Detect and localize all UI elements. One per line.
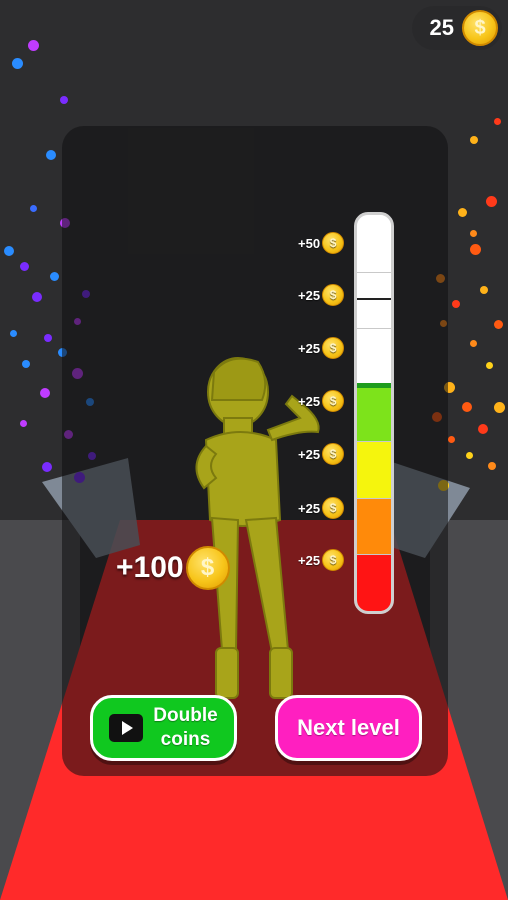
game-scene: +50 $ +25 $ +25 $ +25 $ +25 $ +25 $ +25 $ +100 $ 25 $… xyxy=(0,0,508,900)
double-coins-label: Double coins xyxy=(153,705,218,750)
reward-label: +100 xyxy=(116,551,184,584)
meter-tick: +25 $ xyxy=(298,284,345,306)
meter-tick-label: +25 xyxy=(298,552,321,568)
coin-icon: $ xyxy=(185,546,230,590)
meter-tick-label: +25 xyxy=(298,287,321,303)
meter-divider xyxy=(357,328,391,330)
meter-tick: +25 $ xyxy=(298,443,345,465)
meter-divider xyxy=(357,271,391,273)
meter-tick: +50 $ xyxy=(298,232,345,254)
meter-tick: +25 $ xyxy=(298,497,345,519)
meter-tick-label: +25 xyxy=(298,500,321,516)
coin-icon: $ xyxy=(322,549,345,571)
double-coins-button[interactable]: Double coins xyxy=(90,695,237,761)
meter-segment xyxy=(357,328,391,385)
meter-tick-label: +25 xyxy=(298,393,321,409)
meter-segment xyxy=(357,441,391,498)
meter-marker-line xyxy=(357,297,391,300)
next-level-label: Next level xyxy=(297,715,400,740)
reward-amount: +100 $ xyxy=(116,546,230,590)
meter-segment xyxy=(357,554,391,611)
coin-icon: $ xyxy=(322,284,345,306)
meter-segment xyxy=(357,497,391,555)
meter-tick: +25 $ xyxy=(298,549,345,571)
meter-tick: +25 $ xyxy=(298,337,345,359)
coin-icon: $ xyxy=(322,232,345,254)
meter-divider xyxy=(357,441,391,443)
coin-count: 25 xyxy=(429,15,454,40)
meter-tick: +25 $ xyxy=(298,390,345,412)
coin-icon: $ xyxy=(322,443,345,465)
coin-icon: $ xyxy=(322,390,345,412)
meter-divider xyxy=(357,554,391,556)
coin-counter: 25 $ xyxy=(411,6,502,50)
character xyxy=(195,357,320,699)
meter-tick-label: +50 xyxy=(298,235,321,251)
meter-segment xyxy=(357,384,391,442)
coin-icon: $ xyxy=(322,337,345,359)
video-play-icon xyxy=(109,714,144,742)
coin-icon: $ xyxy=(462,10,498,46)
meter-divider xyxy=(357,497,391,499)
meter-tick-label: +25 xyxy=(298,446,321,462)
meter-tick-label: +25 xyxy=(298,340,321,356)
next-level-button[interactable]: Next level xyxy=(275,695,422,761)
meter-segment xyxy=(357,271,391,329)
reward-meter xyxy=(354,212,394,614)
meter-progress-marker xyxy=(357,382,391,388)
meter-segment xyxy=(357,215,391,272)
coin-icon: $ xyxy=(322,497,345,519)
